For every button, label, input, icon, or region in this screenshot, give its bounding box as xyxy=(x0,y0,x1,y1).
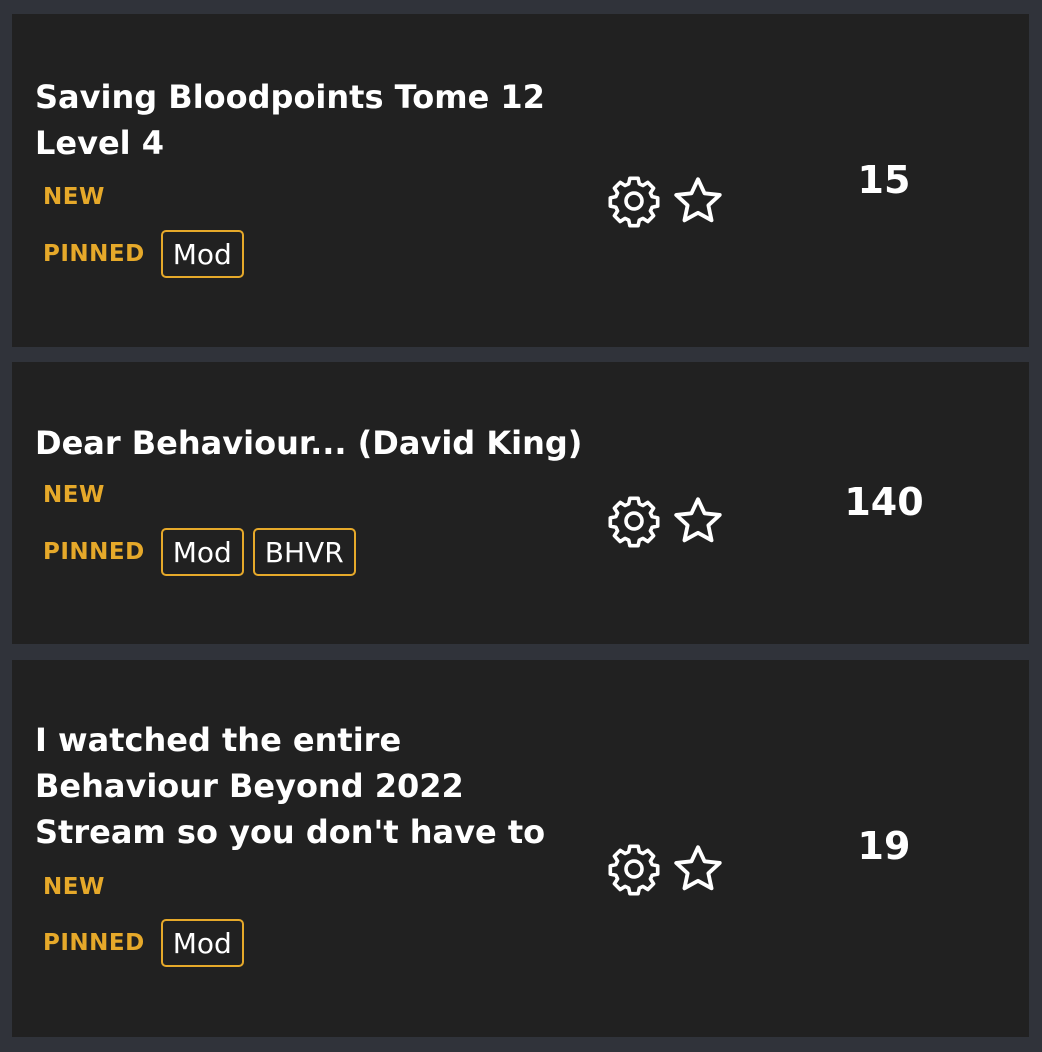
thread-list: Saving Bloodpoints Tome 12 Level 4 NEW P… xyxy=(0,0,1042,1052)
mod-badge: Mod xyxy=(160,230,244,278)
pinned-row: PINNED Mod BHVR xyxy=(43,526,365,578)
thread-actions xyxy=(605,492,727,550)
pinned-tag: PINNED xyxy=(43,539,145,565)
star-icon[interactable] xyxy=(669,492,727,550)
thread-title-link[interactable]: Saving Bloodpoints Tome 12 Level 4 xyxy=(35,74,595,166)
thread-actions xyxy=(605,172,727,230)
thread-card: Dear Behaviour... (David King) NEW PINNE… xyxy=(12,362,1029,644)
gear-icon[interactable] xyxy=(605,492,663,550)
reply-count: 140 xyxy=(844,480,924,524)
thread-card: Saving Bloodpoints Tome 12 Level 4 NEW P… xyxy=(12,14,1029,347)
mod-badge: Mod xyxy=(160,528,244,576)
bhvr-badge: BHVR xyxy=(252,528,356,576)
star-icon[interactable] xyxy=(669,840,727,898)
gear-icon[interactable] xyxy=(605,840,663,898)
reply-count: 19 xyxy=(857,824,911,868)
thread-card: I watched the entire Behaviour Beyond 20… xyxy=(12,660,1029,1037)
reply-count: 15 xyxy=(857,158,911,202)
new-tag: NEW xyxy=(43,874,105,900)
pinned-tag: PINNED xyxy=(43,930,145,956)
pinned-row: PINNED Mod xyxy=(43,917,253,969)
thread-title-link[interactable]: I watched the entire Behaviour Beyond 20… xyxy=(35,717,595,855)
star-icon[interactable] xyxy=(669,172,727,230)
new-tag: NEW xyxy=(43,482,105,508)
pinned-row: PINNED Mod xyxy=(43,228,253,280)
gear-icon[interactable] xyxy=(605,172,663,230)
pinned-tag: PINNED xyxy=(43,241,145,267)
new-tag: NEW xyxy=(43,184,105,210)
mod-badge: Mod xyxy=(160,919,244,967)
thread-actions xyxy=(605,840,727,898)
thread-title-link[interactable]: Dear Behaviour... (David King) xyxy=(35,420,595,466)
